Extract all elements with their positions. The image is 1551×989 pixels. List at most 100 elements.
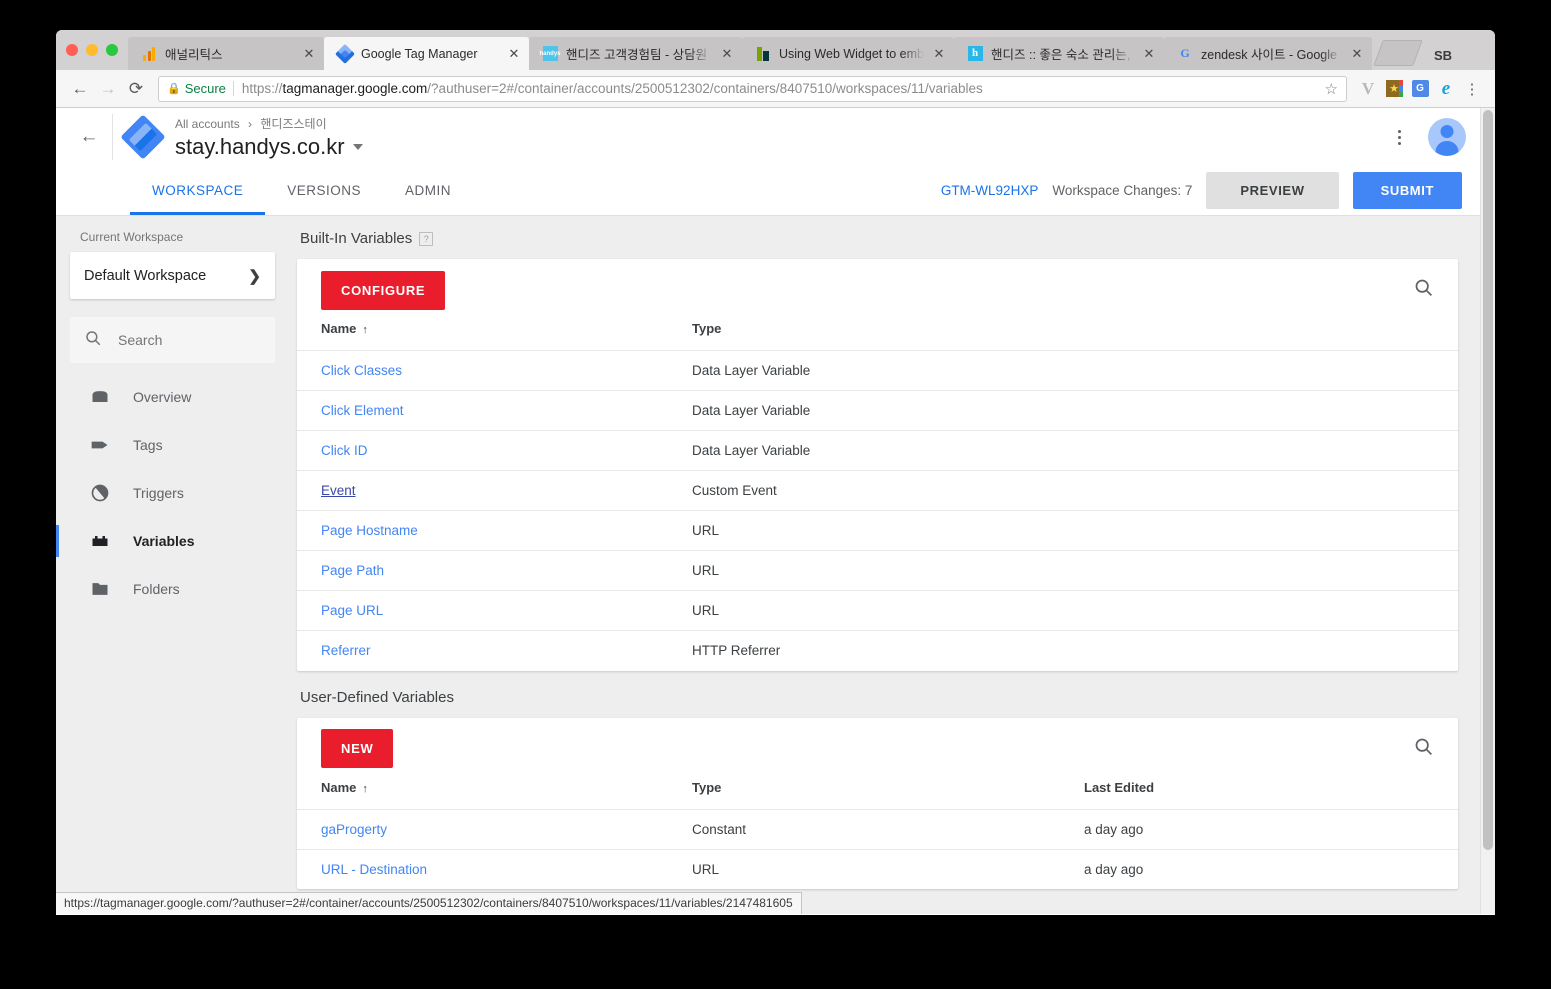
search-icon[interactable] [1413,277,1434,303]
gtm-container-id[interactable]: GTM-WL92HXP [941,183,1039,198]
variable-link[interactable]: Event [321,483,356,498]
variable-link[interactable]: Click Classes [321,363,402,378]
variable-link[interactable]: Page Path [321,563,384,578]
variable-last-edited: a day ago [1084,808,1458,849]
variable-type: URL [692,510,1084,551]
configure-button[interactable]: CONFIGURE [321,270,446,310]
table-row[interactable]: URL - Destination URL a day ago [297,848,1458,889]
tab-title: 애널리틱스 [165,48,223,62]
variable-link[interactable]: Referrer [321,643,371,658]
column-header-name[interactable]: Name ↑ [297,780,692,810]
address-bar[interactable]: 🔒 Secure https://tagmanager.google.com/?… [158,75,1347,102]
column-label: Type [692,779,722,795]
minimize-window-button[interactable] [86,44,98,56]
breadcrumb-account[interactable]: 핸디즈스테이 [260,117,326,131]
browser-viewport: ← All accounts › 핸디즈스테이 stay.handys.co.k… [56,108,1495,914]
variable-link[interactable]: Click ID [321,443,368,458]
url-path: /?authuser=2#/container/accounts/2500512… [427,81,983,96]
sidebar-search-box[interactable] [70,317,275,363]
vimium-icon[interactable]: V [1355,76,1381,102]
tab-label: VERSIONS [287,183,362,198]
variable-link[interactable]: Click Element [321,403,404,418]
user-defined-variables-table: Name ↑ Type Last Edited gaProgerty Const… [297,780,1458,889]
browser-tab-handys-home[interactable]: h 핸디즈 :: 좋은 숙소 관리는, 핸디즈 ✕ [954,37,1164,70]
new-tab-button[interactable] [1373,40,1423,66]
close-tab-button[interactable]: ✕ [1348,45,1366,63]
sidebar-item-overview[interactable]: Overview [70,373,275,421]
bookmark-star-icon[interactable]: ☆ [1325,80,1338,98]
preview-button[interactable]: PREVIEW [1206,172,1339,209]
variable-link[interactable]: URL - Destination [321,862,427,877]
more-options-icon[interactable] [1384,122,1414,152]
table-row[interactable]: Page URL URL [297,590,1458,631]
browser-tab-google-search[interactable]: G zendesk 사이트 - Google 검색 ✕ [1164,37,1372,70]
table-row[interactable]: Click ID Data Layer Variable [297,430,1458,471]
submit-button[interactable]: SUBMIT [1352,172,1462,209]
table-row[interactable]: Page Path URL [297,550,1458,591]
forward-button[interactable]: → [94,75,122,103]
tab-title: 핸디즈 고객경험팀 - 상담원 [566,48,708,62]
google-translate-icon[interactable]: G [1407,76,1433,102]
built-in-variables-card: CONFIGURE Name ↑ Type Click Classes Data… [297,259,1458,671]
close-window-button[interactable] [66,44,78,56]
avatar[interactable] [1428,118,1466,156]
browser-profile-name[interactable]: SB [1434,48,1452,63]
table-row[interactable]: Referrer HTTP Referrer [297,630,1458,671]
table-row[interactable]: gaProgerty Constant a day ago [297,808,1458,849]
workspace-selector-card[interactable]: Default Workspace ❯ [70,252,275,299]
variable-link[interactable]: Page Hostname [321,523,418,538]
variable-type: Data Layer Variable [692,430,1084,471]
link-status-bar: https://tagmanager.google.com/?authuser=… [56,892,802,914]
maximize-window-button[interactable] [106,44,118,56]
close-tab-button[interactable]: ✕ [1140,45,1158,63]
search-icon[interactable] [1413,736,1434,762]
sidebar-item-folders[interactable]: Folders [70,565,275,613]
sidebar-item-tags[interactable]: Tags [70,421,275,469]
column-header-last-edited[interactable]: Last Edited [1084,780,1458,810]
browser-tab-google-tag-manager[interactable]: Google Tag Manager ✕ [324,37,529,70]
browser-menu-icon[interactable]: ⋮ [1459,76,1485,102]
browser-tab-handys-cx[interactable]: handys 핸디즈 고객경험팀 - 상담원 ✕ [529,37,742,70]
table-row[interactable]: Click Classes Data Layer Variable [297,350,1458,391]
container-selector[interactable]: stay.handys.co.kr [175,134,1384,160]
tab-versions[interactable]: VERSIONS [265,166,383,215]
window-traffic-lights [56,30,128,70]
variable-link[interactable]: Page URL [321,603,383,618]
google-analytics-icon [141,46,157,62]
reload-button[interactable]: ⟳ [122,75,150,103]
close-tab-button[interactable]: ✕ [930,45,948,63]
sidebar-item-label: Overview [133,389,192,405]
page-scrollbar[interactable] [1480,108,1495,914]
new-variable-button[interactable]: NEW [321,729,394,768]
scrollbar-thumb[interactable] [1483,110,1493,850]
close-tab-button[interactable]: ✕ [300,45,318,63]
close-tab-button[interactable]: ✕ [718,45,736,63]
search-input[interactable] [118,332,261,348]
browser-tab-web-widget[interactable]: Using Web Widget to embed ✕ [742,37,954,70]
sidebar-item-variables[interactable]: Variables [56,517,275,565]
back-button[interactable]: ← [66,75,94,103]
help-icon[interactable]: ? [419,231,434,246]
sidebar-item-triggers[interactable]: Triggers [70,469,275,517]
variable-link[interactable]: gaProgerty [321,822,387,837]
tab-workspace[interactable]: WORKSPACE [130,166,266,215]
table-row[interactable]: Page Hostname URL [297,510,1458,551]
close-tab-button[interactable]: ✕ [505,45,523,63]
workspace-changes-label: Workspace Changes: 7 [1052,183,1193,198]
table-header-row: Name ↑ Type Last Edited [297,780,1458,810]
bookmark-manager-icon[interactable]: ★ [1381,76,1407,102]
ie-tab-icon[interactable]: e [1433,76,1459,102]
variable-type: Constant [692,808,1084,849]
column-header-type[interactable]: Type [692,780,1084,810]
tab-admin[interactable]: ADMIN [383,166,473,215]
sidebar: Current Workspace Default Workspace ❯ Se… [56,216,289,914]
column-header-type[interactable]: Type [692,321,1084,351]
page-back-arrow-icon[interactable]: ← [66,114,112,160]
table-row[interactable]: Event Custom Event [297,470,1458,511]
breadcrumb-separator: › [248,116,253,131]
table-row[interactable]: Click Element Data Layer Variable [297,390,1458,431]
breadcrumb-all-accounts[interactable]: All accounts [175,117,240,131]
column-header-name[interactable]: Name ↑ [297,321,692,351]
browser-tab-analytics[interactable]: 애널리틱스 ✕ [128,37,324,70]
sidebar-item-label: Triggers [133,485,184,501]
